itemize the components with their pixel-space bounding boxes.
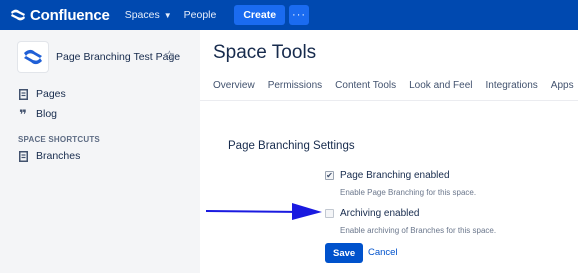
top-navigation: Confluence Spaces ▼ People Create ··· — [0, 0, 578, 30]
main-content: Space Tools Overview Permissions Content… — [200, 30, 578, 273]
more-button[interactable]: ··· — [289, 5, 310, 25]
tab-integrations[interactable]: Integrations — [486, 80, 538, 91]
archiving-hint: Enable archiving of Branches for this sp… — [340, 226, 497, 235]
spaces-menu-label: Spaces — [124, 9, 160, 21]
archiving-label: Archiving enabled — [340, 208, 420, 219]
page-branching-option: ✔ Page Branching enabled — [325, 170, 450, 181]
page-branching-label: Page Branching enabled — [340, 170, 450, 181]
space-logo — [18, 42, 48, 72]
tab-overview[interactable]: Overview — [213, 80, 255, 91]
space-shortcuts-heading: SPACE SHORTCUTS — [18, 135, 100, 144]
tabs-divider — [200, 100, 578, 101]
confluence-logo[interactable]: Confluence — [10, 7, 110, 24]
page-title: Space Tools — [213, 42, 317, 63]
page-branching-hint: Enable Page Branching for this space. — [340, 188, 477, 197]
space-tools-tabs: Overview Permissions Content Tools Look … — [213, 80, 578, 91]
space-logo-icon — [24, 49, 42, 65]
tab-content-tools[interactable]: Content Tools — [335, 80, 396, 91]
confluence-logo-text: Confluence — [30, 6, 110, 24]
star-icon[interactable]: ☆ — [164, 48, 175, 62]
section-title: Page Branching Settings — [228, 140, 355, 152]
sidebar-item-label: Blog — [36, 108, 58, 120]
save-button[interactable]: Save — [325, 243, 364, 263]
create-button[interactable]: Create — [234, 5, 286, 25]
quote-icon: ❞ — [19, 106, 27, 122]
space-header[interactable]: Page Branching Test Page — [18, 42, 180, 72]
archiving-checkbox[interactable] — [325, 209, 334, 218]
archiving-option: Archiving enabled — [325, 208, 420, 219]
tab-permissions[interactable]: Permissions — [268, 80, 322, 91]
sidebar-item-label: Pages — [36, 88, 66, 100]
annotation-arrow-icon — [205, 203, 322, 220]
chevron-down-icon: ▼ — [163, 10, 172, 20]
sidebar-item-pages[interactable]: Pages — [18, 88, 66, 100]
spaces-menu[interactable]: Spaces ▼ — [125, 9, 172, 21]
cancel-link[interactable]: Cancel — [368, 247, 398, 258]
sidebar-item-blog[interactable]: ❞ Blog — [18, 106, 58, 122]
tab-apps[interactable]: Apps — [551, 80, 574, 91]
space-name: Page Branching Test Page — [56, 51, 181, 63]
sidebar-item-branches[interactable]: Branches — [18, 150, 80, 162]
confluence-logo-icon — [11, 9, 25, 21]
page-branching-checkbox[interactable]: ✔ — [325, 171, 334, 180]
tab-look-and-feel[interactable]: Look and Feel — [409, 80, 472, 91]
page-icon — [18, 88, 28, 100]
sidebar-item-label: Branches — [36, 150, 81, 162]
page-icon — [18, 150, 28, 162]
people-link[interactable]: People — [184, 9, 217, 21]
space-sidebar: Page Branching Test Page ☆ Pages ❞ Blog … — [0, 30, 200, 273]
